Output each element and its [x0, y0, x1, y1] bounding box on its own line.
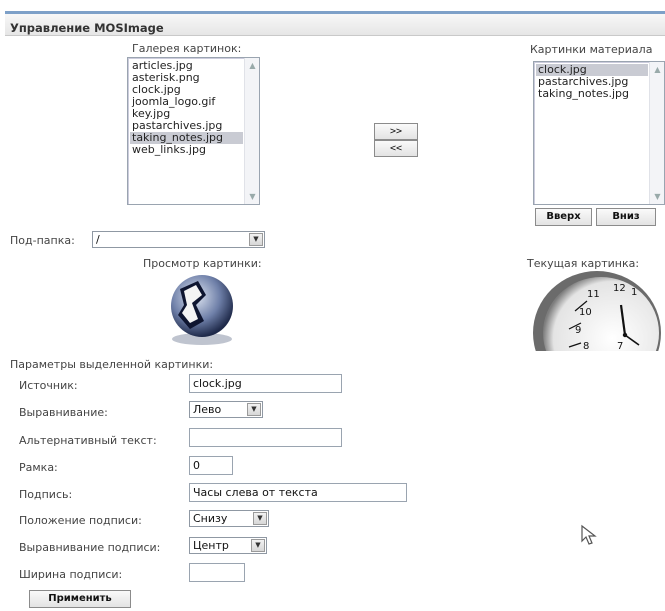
preview-label: Просмотр картинки:	[143, 257, 262, 270]
apply-button[interactable]: Применить	[29, 590, 131, 608]
caption-width-label: Ширина подписи:	[19, 568, 123, 581]
border-field[interactable]: 0	[189, 456, 233, 475]
svg-text:8: 8	[583, 341, 589, 351]
globe-icon	[160, 271, 240, 348]
add-to-content-button[interactable]: >>	[374, 123, 418, 140]
gallery-scrollbar[interactable]: ▲ ▼	[244, 58, 259, 204]
current-label: Текущая картинка:	[527, 257, 640, 270]
remove-from-content-button[interactable]: <<	[374, 140, 418, 157]
source-field[interactable]: clock.jpg	[189, 374, 342, 393]
svg-text:9: 9	[575, 325, 581, 336]
caption-align-select[interactable]: Центр ▼	[189, 537, 267, 554]
list-item[interactable]: taking_notes.jpg	[536, 88, 648, 100]
align-value: Лево	[193, 403, 222, 416]
scroll-down-icon[interactable]: ▼	[651, 190, 664, 203]
caption-position-label: Положение подписи:	[19, 514, 142, 527]
caption-position-select[interactable]: Снизу ▼	[189, 510, 269, 527]
caption-field[interactable]: Часы слева от текста	[189, 483, 407, 502]
subfolder-label: Под-папка:	[10, 234, 75, 247]
source-label: Источник:	[19, 379, 78, 392]
svg-text:12: 12	[613, 283, 626, 294]
mouse-pointer-icon	[580, 524, 598, 549]
scroll-up-icon[interactable]: ▲	[246, 59, 259, 72]
gallery-listbox[interactable]: articles.jpg asterisk.png clock.jpg joomla_…	[127, 57, 260, 205]
caption-width-field[interactable]	[189, 563, 245, 582]
caption-align-label: Выравнивание подписи:	[19, 541, 161, 554]
svg-text:1: 1	[631, 287, 637, 298]
scroll-down-icon[interactable]: ▼	[246, 190, 259, 203]
alt-label: Альтернативный текст:	[19, 434, 157, 447]
svg-text:11: 11	[587, 289, 600, 300]
alt-field[interactable]	[189, 428, 342, 447]
caption-position-value: Снизу	[193, 512, 228, 525]
source-value: clock.jpg	[193, 377, 242, 390]
svg-text:7: 7	[617, 341, 623, 351]
align-select[interactable]: Лево ▼	[189, 401, 263, 418]
params-title: Параметры выделенной картинки:	[10, 358, 214, 371]
panel-title: Управление MOSImage	[10, 21, 164, 35]
chevron-down-icon: ▼	[247, 403, 261, 416]
border-value: 0	[193, 459, 200, 472]
move-up-button[interactable]: Вверх	[535, 208, 592, 226]
clock-icon: 11 10 9 8 12 1 7	[525, 271, 661, 395]
caption-value: Часы слева от текста	[193, 486, 318, 499]
chevron-down-icon: ▼	[253, 512, 267, 525]
gallery-label: Галерея картинок:	[132, 42, 242, 55]
scroll-up-icon[interactable]: ▲	[651, 63, 664, 76]
content-scrollbar[interactable]: ▲ ▼	[649, 62, 664, 204]
caption-align-value: Центр	[193, 539, 229, 552]
subfolder-value: /	[96, 233, 100, 246]
chevron-down-icon: ▼	[251, 539, 265, 552]
svg-text:10: 10	[579, 307, 592, 318]
list-item[interactable]: web_links.jpg	[130, 144, 243, 156]
caption-label: Подпись:	[19, 488, 73, 501]
subfolder-select[interactable]: / ▼	[92, 231, 265, 248]
chevron-down-icon: ▼	[249, 233, 263, 246]
align-label: Выравнивание:	[19, 406, 108, 419]
content-images-listbox[interactable]: clock.jpg pastarchives.jpg taking_notes.jp…	[533, 61, 665, 205]
move-down-button[interactable]: Вниз	[596, 208, 656, 226]
border-label: Рамка:	[19, 461, 58, 474]
content-images-label: Картинки материала	[530, 43, 653, 56]
